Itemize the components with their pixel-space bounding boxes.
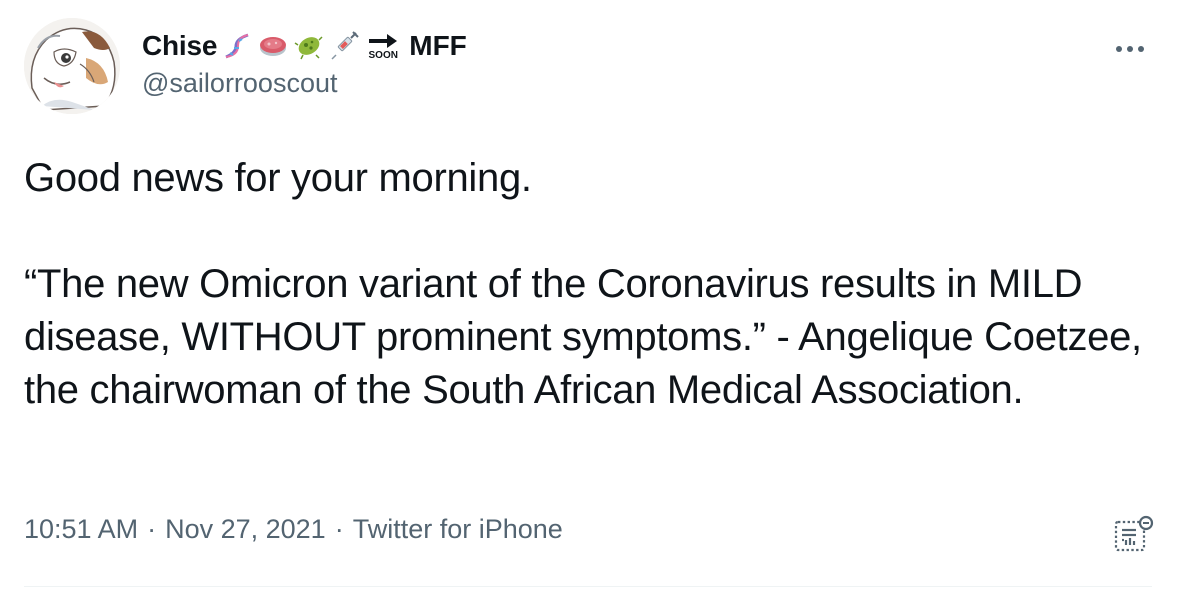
avatar[interactable] <box>24 18 120 114</box>
tweet-card: Chise SOON MFF @sailorrooscout Good news… <box>0 0 1200 596</box>
analytics-icon[interactable] <box>1114 514 1154 554</box>
user-handle[interactable]: @sailorrooscout <box>142 68 467 99</box>
more-options-button[interactable] <box>1113 32 1147 66</box>
soon-label: SOON <box>368 49 398 61</box>
separator: · <box>334 514 344 544</box>
tweet-source[interactable]: Twitter for iPhone <box>353 514 563 545</box>
display-name[interactable]: Chise <box>142 30 217 62</box>
tweet-header: Chise SOON MFF @sailorrooscout <box>142 26 467 99</box>
tweet-date[interactable]: Nov 27, 2021 <box>165 514 326 545</box>
name-suffix: MFF <box>409 30 467 61</box>
tweet-time[interactable]: 10:51 AM <box>24 514 138 545</box>
tweet-text: Good news for your morning. “The new Omi… <box>24 152 1174 417</box>
divider <box>24 586 1152 587</box>
name-row: Chise SOON MFF <box>142 26 467 66</box>
syringe-icon <box>329 30 361 62</box>
dna-icon <box>221 30 253 62</box>
microbe-icon <box>293 30 325 62</box>
more-dots-icon <box>1116 46 1144 52</box>
petri-dish-icon <box>257 30 289 62</box>
avatar-illustration <box>24 18 120 114</box>
separator: · <box>147 514 157 544</box>
tweet-text-line: Good news for your morning. <box>24 156 532 200</box>
tweet-metadata: 10:51 AM · Nov 27, 2021 · Twitter for iP… <box>24 514 563 545</box>
tweet-text-quote: “The new Omicron variant of the Coronavi… <box>24 262 1142 412</box>
soon-arrow-icon: SOON <box>365 32 401 61</box>
